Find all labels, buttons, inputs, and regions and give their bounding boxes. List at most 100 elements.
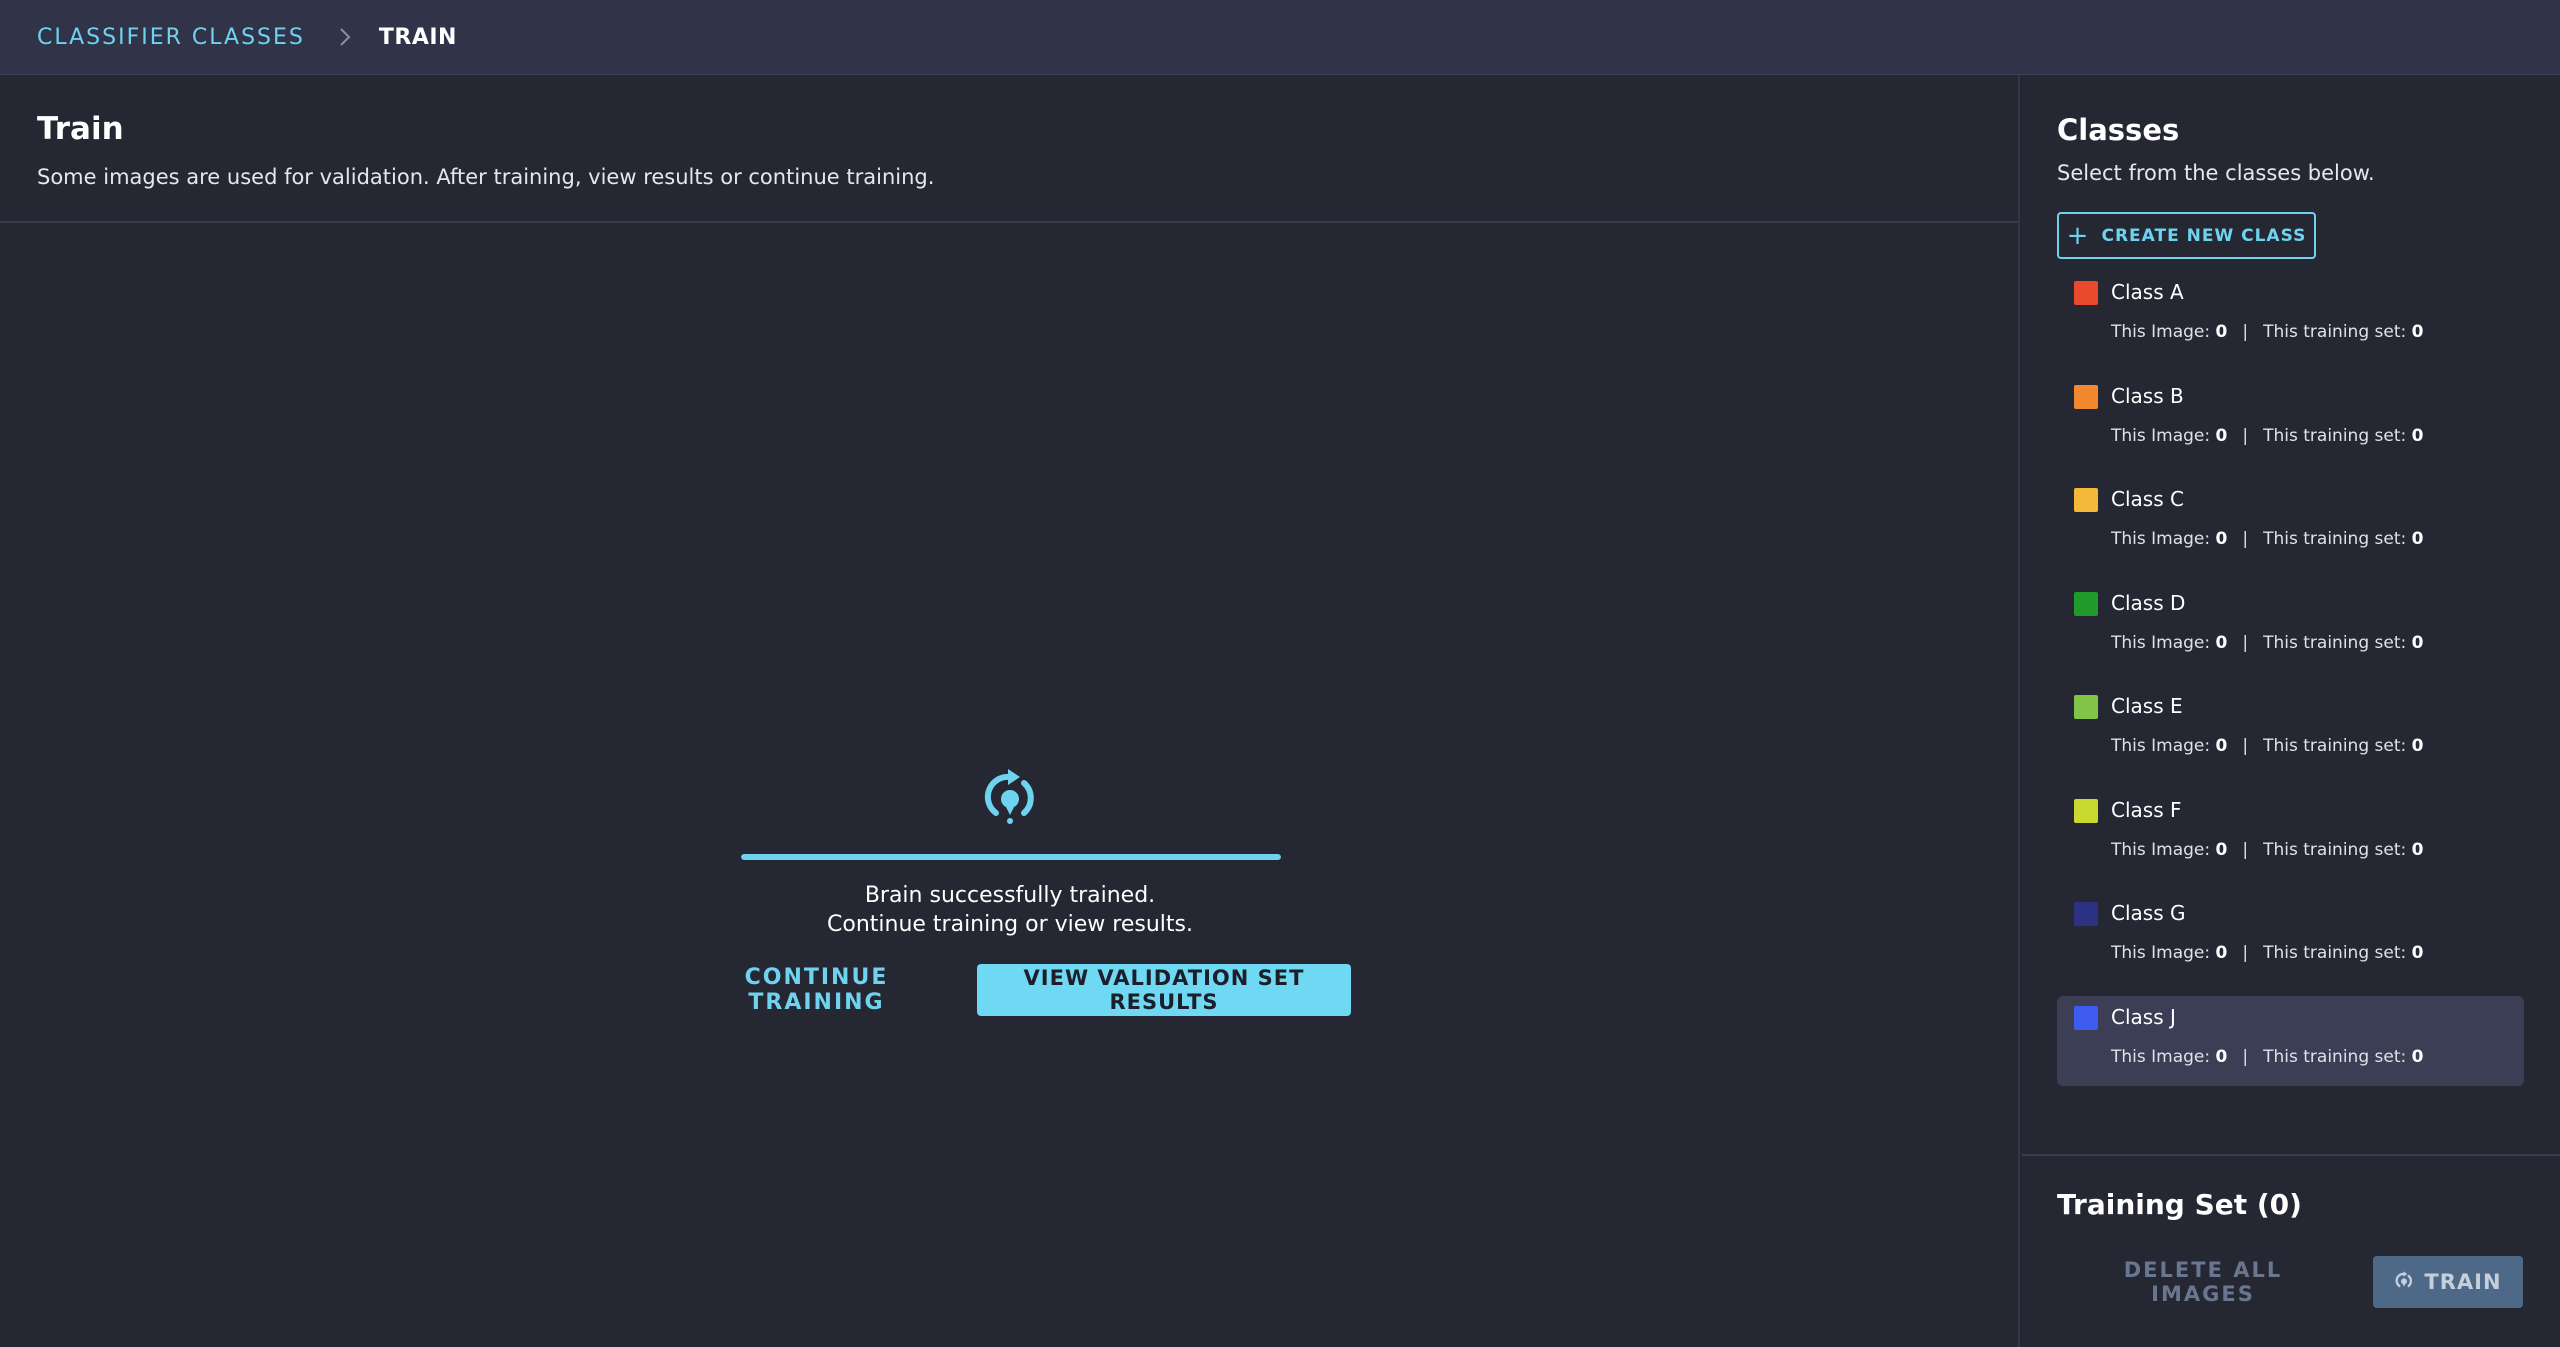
- class-item[interactable]: Class A This Image: 0 | This training set:…: [2057, 271, 2524, 361]
- class-name: Class G: [2111, 901, 2186, 925]
- class-list: Class A This Image: 0 | This training set:…: [2057, 271, 2524, 1099]
- brain-train-icon: [980, 763, 1040, 827]
- class-item[interactable]: Class D This Image: 0 | This training set:…: [2057, 582, 2524, 672]
- this-image-label: This Image:: [2111, 736, 2211, 756]
- this-image-count: 0: [2215, 425, 2228, 446]
- class-color-swatch: [2074, 384, 2098, 409]
- create-new-class-label: CREATE NEW CLASS: [2101, 225, 2307, 246]
- this-set-label: This training set:: [2263, 736, 2407, 756]
- class-color-swatch: [2074, 488, 2098, 512]
- main-panel: Train Some images are used for validatio…: [0, 75, 2020, 1347]
- classes-subtitle: Select from the classes below.: [2057, 161, 2375, 185]
- class-item[interactable]: Class J This Image: 0 | This training set:…: [2057, 995, 2524, 1086]
- this-set-count: 0: [2411, 322, 2424, 342]
- stats-divider: |: [2242, 1046, 2249, 1067]
- stats-divider: |: [2242, 322, 2249, 342]
- this-image-label: This Image:: [2111, 1046, 2211, 1067]
- continue-training-button[interactable]: CONTINUE TRAINING: [690, 964, 943, 1016]
- class-item[interactable]: Class G This Image: 0 | This training set:…: [2057, 892, 2524, 982]
- class-color-swatch: [2074, 1005, 2098, 1030]
- class-name: Class E: [2111, 694, 2183, 718]
- this-image-count: 0: [2215, 632, 2228, 653]
- view-validation-results-button[interactable]: VIEW VALIDATION SET RESULTS: [977, 964, 1351, 1016]
- this-image-count: 0: [2215, 839, 2228, 860]
- class-color-swatch: [2074, 695, 2098, 719]
- training-set-footer: Training Set (0) DELETE ALL IMAGES TRAIN: [2022, 1154, 2560, 1347]
- page-subtitle: Some images are used for validation. Aft…: [37, 165, 935, 189]
- status-hint: Continue training or view results.: [827, 912, 1193, 937]
- stats-divider: |: [2242, 736, 2249, 756]
- class-stats: This Image: 0 | This training set: 0: [2111, 943, 2423, 963]
- training-progress-bar: [741, 854, 1281, 860]
- this-image-count: 0: [2215, 322, 2228, 342]
- this-set-count: 0: [2411, 1046, 2424, 1067]
- this-set-label: This training set:: [2263, 943, 2407, 963]
- this-image-count: 0: [2215, 736, 2228, 756]
- class-item[interactable]: Class E This Image: 0 | This training set:…: [2057, 685, 2524, 775]
- delete-all-images-button[interactable]: DELETE ALL IMAGES: [2084, 1256, 2322, 1308]
- classes-title: Classes: [2057, 113, 2180, 147]
- class-item[interactable]: Class F This Image: 0 | This training set:…: [2057, 789, 2524, 879]
- status-message: Brain successfully trained.: [864, 883, 1156, 908]
- this-set-label: This training set:: [2263, 529, 2407, 549]
- class-item[interactable]: Class C This Image: 0 | This training set:…: [2057, 478, 2524, 568]
- class-stats: This Image: 0 | This training set: 0: [2111, 633, 2423, 653]
- breadcrumb-classifier-classes[interactable]: CLASSIFIER CLASSES: [37, 25, 305, 50]
- brain-train-icon: [2394, 1269, 2414, 1296]
- training-progress-fill: [741, 854, 1281, 860]
- train-button[interactable]: TRAIN: [2373, 1256, 2523, 1308]
- class-color-swatch: [2074, 281, 2098, 305]
- class-color-swatch: [2074, 798, 2098, 823]
- class-color-swatch: [2074, 902, 2098, 926]
- main-header: Train Some images are used for validatio…: [0, 75, 2018, 223]
- chevron-right-icon: [339, 27, 351, 47]
- page-title: Train: [37, 111, 124, 147]
- class-item[interactable]: Class B This Image: 0 | This training set:…: [2057, 375, 2524, 465]
- this-image-label: This Image:: [2111, 529, 2211, 549]
- class-name: Class B: [2111, 383, 2184, 408]
- this-image-label: This Image:: [2111, 839, 2211, 860]
- train-label: TRAIN: [2424, 1270, 2502, 1294]
- class-stats: This Image: 0 | This training set: 0: [2111, 1047, 2423, 1067]
- class-name: Class D: [2111, 590, 2186, 615]
- this-image-label: This Image:: [2111, 943, 2211, 963]
- create-new-class-button[interactable]: + CREATE NEW CLASS: [2057, 212, 2316, 259]
- this-set-count: 0: [2411, 943, 2424, 963]
- this-set-count: 0: [2411, 632, 2424, 653]
- this-set-label: This training set:: [2263, 1046, 2407, 1067]
- this-set-count: 0: [2411, 529, 2424, 549]
- breadcrumb-current: TRAIN: [378, 24, 457, 50]
- this-image-label: This Image:: [2111, 425, 2211, 446]
- this-set-label: This training set:: [2263, 839, 2407, 860]
- this-image-label: This Image:: [2111, 632, 2211, 653]
- this-image-count: 0: [2215, 1046, 2228, 1067]
- class-color-swatch: [2074, 591, 2098, 616]
- class-name: Class F: [2111, 797, 2182, 822]
- class-stats: This Image: 0 | This training set: 0: [2111, 322, 2423, 342]
- class-stats: This Image: 0 | This training set: 0: [2111, 426, 2423, 446]
- top-bar: CLASSIFIER CLASSES TRAIN: [0, 0, 2560, 75]
- this-set-count: 0: [2411, 736, 2424, 756]
- plus-icon: +: [2066, 220, 2090, 251]
- stats-divider: |: [2242, 943, 2249, 963]
- this-image-count: 0: [2215, 943, 2228, 963]
- this-set-count: 0: [2411, 839, 2424, 860]
- class-stats: This Image: 0 | This training set: 0: [2111, 736, 2423, 756]
- stats-divider: |: [2242, 425, 2249, 446]
- class-stats: This Image: 0 | This training set: 0: [2111, 529, 2423, 549]
- this-set-label: This training set:: [2263, 425, 2407, 446]
- training-set-title: Training Set (0): [2057, 1188, 2302, 1221]
- this-set-label: This training set:: [2263, 632, 2407, 653]
- this-set-count: 0: [2411, 425, 2424, 446]
- class-name: Class A: [2111, 280, 2184, 304]
- class-name: Class J: [2111, 1004, 2176, 1029]
- this-set-label: This training set:: [2263, 322, 2407, 342]
- class-stats: This Image: 0 | This training set: 0: [2111, 840, 2423, 860]
- classes-sidebar: Classes Select from the classes below. +…: [2022, 75, 2560, 1347]
- training-status-area: Brain successfully trained. Continue tra…: [0, 223, 2020, 1347]
- class-name: Class C: [2111, 487, 2184, 511]
- stats-divider: |: [2242, 632, 2249, 653]
- stats-divider: |: [2242, 529, 2249, 549]
- this-image-label: This Image:: [2111, 322, 2211, 342]
- stats-divider: |: [2242, 839, 2249, 860]
